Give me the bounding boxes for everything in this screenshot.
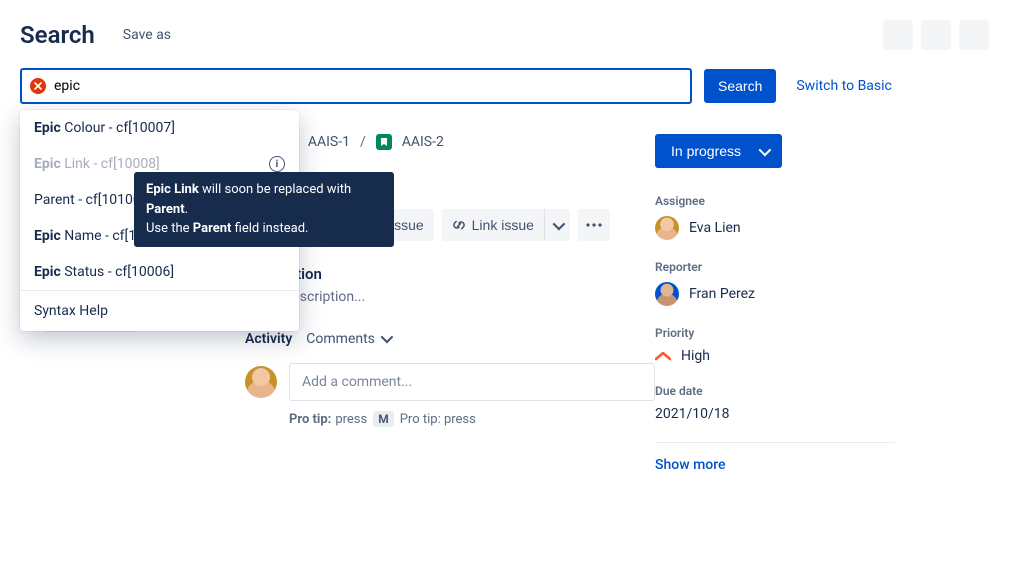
due-date-label: Due date bbox=[655, 384, 895, 398]
pro-tip: Pro tip: press M Pro tip: press bbox=[289, 411, 655, 427]
page-title: Search bbox=[20, 21, 95, 49]
chevron-down-icon bbox=[759, 143, 768, 159]
description-placeholder[interactable]: Add a description... bbox=[245, 289, 655, 305]
priority-high-icon bbox=[655, 348, 671, 364]
breadcrumb: ia / AAIS-1 / AAIS-2 bbox=[245, 134, 655, 150]
syntax-help-link[interactable]: Syntax Help bbox=[20, 290, 299, 331]
jql-searchbox[interactable] bbox=[20, 68, 692, 104]
link-issue-button[interactable]: Link issue bbox=[442, 209, 544, 241]
due-date-field[interactable]: 2021/10/18 bbox=[655, 406, 895, 422]
issue-sidebar: In progress Assignee Eva Lien Reporter F… bbox=[655, 112, 895, 473]
avatar bbox=[655, 282, 679, 306]
activity-label: Activity bbox=[245, 331, 292, 347]
clear-icon[interactable] bbox=[30, 78, 46, 94]
assignee-label: Assignee bbox=[655, 194, 895, 208]
kbd-m: M bbox=[373, 411, 394, 427]
avatar bbox=[245, 366, 277, 398]
switch-to-basic-link[interactable]: Switch to Basic bbox=[796, 78, 892, 94]
comment-input[interactable]: Add a comment... bbox=[289, 363, 655, 401]
link-issue-dropdown[interactable] bbox=[544, 209, 570, 241]
info-icon[interactable]: i bbox=[269, 156, 285, 172]
more-icon bbox=[586, 223, 602, 227]
autocomplete-item[interactable]: Epic Status - cf[10006] bbox=[20, 254, 299, 290]
avatar bbox=[655, 216, 679, 240]
header-action-3[interactable] bbox=[959, 20, 989, 50]
show-more-link[interactable]: Show more bbox=[655, 457, 895, 473]
header-action-2[interactable] bbox=[921, 20, 951, 50]
breadcrumb-issue-key[interactable]: AAIS-2 bbox=[402, 134, 444, 150]
link-icon bbox=[452, 218, 466, 232]
reporter-field[interactable]: Fran Perez bbox=[655, 282, 895, 306]
save-as-link[interactable]: Save as bbox=[123, 27, 171, 43]
autocomplete-item[interactable]: Epic Colour - cf[10007] bbox=[20, 110, 299, 146]
more-actions-button[interactable] bbox=[578, 209, 610, 241]
jql-input[interactable] bbox=[54, 78, 682, 94]
deprecation-tooltip: Epic Link will soon be replaced with Par… bbox=[134, 172, 394, 247]
chevron-down-icon bbox=[381, 331, 390, 347]
header-action-1[interactable] bbox=[883, 20, 913, 50]
status-dropdown[interactable]: In progress bbox=[655, 134, 782, 168]
search-button[interactable]: Search bbox=[704, 69, 776, 103]
reporter-label: Reporter bbox=[655, 260, 895, 274]
header-actions bbox=[883, 20, 989, 50]
chevron-down-icon bbox=[553, 217, 562, 233]
priority-field[interactable]: High bbox=[655, 348, 895, 364]
breadcrumb-epic-key[interactable]: AAIS-1 bbox=[308, 134, 350, 150]
priority-label: Priority bbox=[655, 326, 895, 340]
activity-filter[interactable]: Comments bbox=[306, 331, 390, 347]
description-heading: Description bbox=[245, 265, 655, 283]
assignee-field[interactable]: Eva Lien bbox=[655, 216, 895, 240]
story-icon bbox=[376, 134, 392, 150]
